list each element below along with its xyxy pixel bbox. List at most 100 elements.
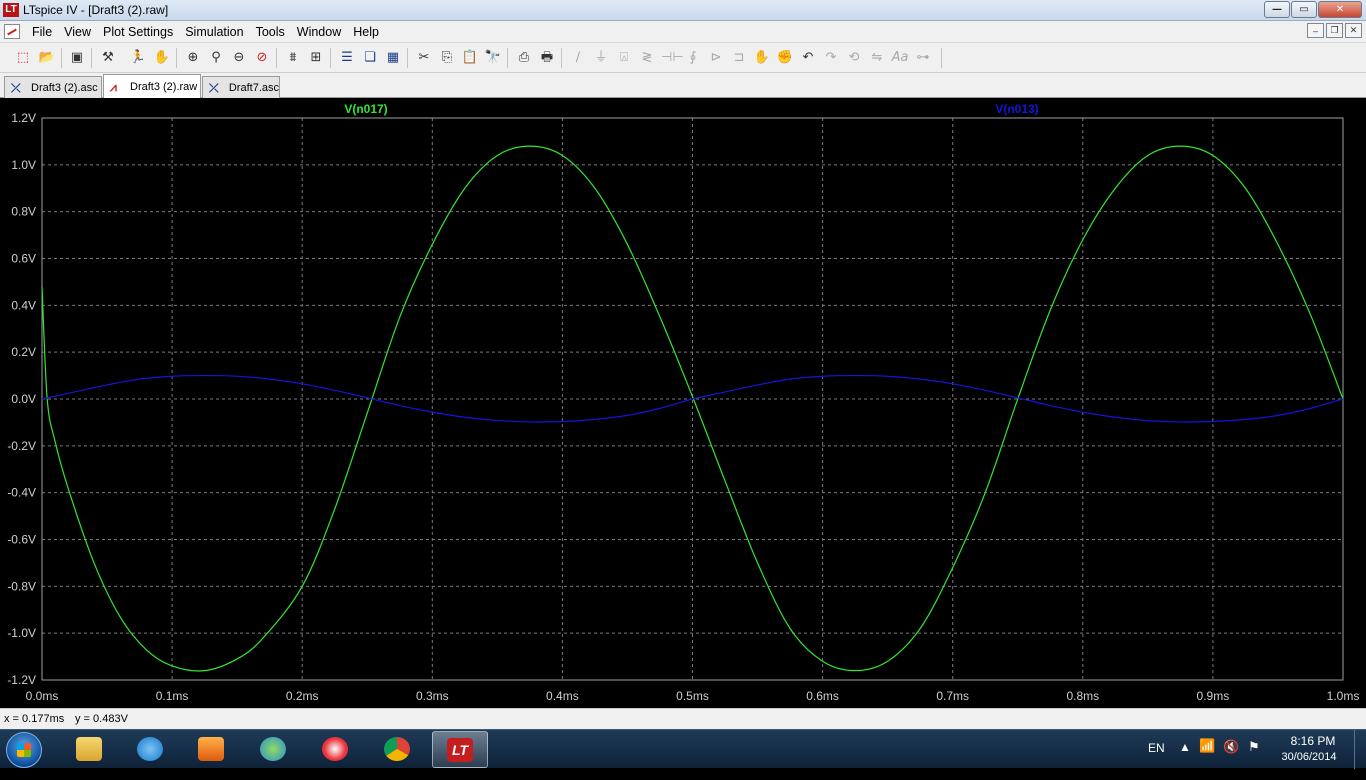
y-tick-label: -0.8V [7, 579, 36, 593]
waveform-chart[interactable]: 0.0ms 0.1ms 0.2ms 0.3ms 0.4ms 0.5ms 0.6ms 0.7ms… [0, 98, 1366, 708]
menu-tools[interactable]: Tools [250, 25, 291, 39]
messenger-icon [260, 737, 286, 761]
taskbar-internet-explorer[interactable] [123, 731, 179, 768]
toolbar-separator [61, 48, 62, 68]
grid-icon[interactable]: ⊞ [307, 49, 325, 67]
menu-window[interactable]: Window [291, 25, 347, 39]
document-close-button[interactable]: ✕ [1345, 23, 1362, 38]
language-indicator[interactable]: EN [1148, 741, 1165, 780]
x-tick-label: 0.0ms [26, 689, 59, 703]
print-icon[interactable]: 🖶 [538, 49, 556, 67]
copy-icon[interactable]: ⎘ [438, 49, 456, 67]
toolbar-separator [561, 48, 562, 68]
resistor-icon[interactable]: ≷ [638, 49, 656, 67]
x-tick-label: 0.9ms [1197, 689, 1230, 703]
redo-icon[interactable]: ↷ [822, 49, 840, 67]
y-tick-label: -1.0V [7, 626, 36, 640]
paste-icon[interactable]: 📋 [461, 49, 479, 67]
document-restore-button[interactable]: ❐ [1326, 23, 1343, 38]
clock-date: 30/06/2014 [1281, 751, 1337, 763]
cut-icon[interactable]: ✂ [415, 49, 433, 67]
ltspice-logo-icon: LT [3, 3, 19, 17]
x-tick-label: 0.2ms [286, 689, 319, 703]
taskbar-media-player[interactable] [184, 731, 240, 768]
clock[interactable]: 8:16 PM 30/06/2014 [1281, 734, 1338, 773]
tile-icon[interactable]: ▦ [384, 49, 402, 67]
menu-plot-settings[interactable]: Plot Settings [97, 25, 179, 39]
move-icon[interactable]: ✋ [753, 49, 771, 67]
schematic-icon: ⤫ [209, 80, 219, 95]
control-panel-icon[interactable]: ⚒ [99, 49, 117, 67]
new-schematic-icon[interactable]: ⬚ [14, 49, 32, 67]
undo-icon[interactable]: ↶ [799, 49, 817, 67]
mirror-icon[interactable]: ⇋ [868, 49, 886, 67]
zoom-in-icon[interactable]: ⊕ [184, 49, 202, 67]
print-setup-icon[interactable]: ⎙ [515, 49, 533, 67]
document-minimize-button[interactable]: – [1307, 23, 1324, 38]
taskbar-file-explorer[interactable] [62, 731, 118, 768]
pan-hand-icon[interactable]: ✋ [153, 49, 171, 67]
label-net-icon[interactable]: ⍓ [615, 49, 633, 67]
wire-icon[interactable]: ∕ [569, 49, 587, 67]
chrome-icon [384, 737, 410, 761]
toolbar-separator [407, 48, 408, 68]
taskbar-ltspice[interactable]: LT [432, 731, 488, 768]
show-desktop-button[interactable] [1354, 730, 1366, 769]
open-icon[interactable]: 📂 [38, 49, 56, 67]
taskbar-messenger[interactable] [246, 731, 302, 768]
tile-horizontal-icon[interactable]: ☰ [338, 49, 356, 67]
taskbar: LT EN ▲ 📶 🔇 ⚑ 8:16 PM 30/06/2014 [0, 729, 1366, 769]
tab-draft3-asc[interactable]: ⤫ Draft3 (2).asc [4, 76, 102, 98]
capacitor-icon[interactable]: ⊣⊢ [661, 49, 684, 67]
internet-explorer-icon [137, 737, 163, 761]
volume-muted-icon[interactable]: 🔇 [1223, 739, 1239, 778]
spice-directive-icon[interactable]: ⊶ [914, 49, 932, 67]
tab-draft3-raw[interactable]: ⩘ Draft3 (2).raw [103, 74, 201, 98]
run-icon[interactable]: 🏃 [129, 49, 147, 67]
menu-view[interactable]: View [58, 25, 97, 39]
menu-file[interactable]: File [26, 25, 58, 39]
menu-help[interactable]: Help [347, 25, 385, 39]
autorange-icon[interactable]: ⩩ [284, 49, 302, 67]
tab-draft7-asc[interactable]: ⤫ Draft7.asc [202, 76, 280, 98]
find-icon[interactable]: 🔭 [484, 49, 502, 67]
diode-icon[interactable]: ⊳ [707, 49, 725, 67]
show-hidden-icons-icon[interactable]: ▲ [1179, 740, 1191, 779]
toolbar-separator [276, 48, 277, 68]
y-tick-label: -0.4V [7, 486, 36, 500]
title-bar: LT LTspice IV - [Draft3 (2).raw] — ▭ ✕ [0, 0, 1366, 21]
action-center-icon[interactable]: ⚑ [1248, 739, 1260, 778]
x-tick-label: 0.3ms [416, 689, 449, 703]
y-tick-label: -0.6V [7, 533, 36, 547]
inductor-icon[interactable]: ∮ [684, 49, 702, 67]
start-button[interactable] [6, 732, 42, 768]
menu-simulation[interactable]: Simulation [179, 25, 249, 39]
zoom-out-icon[interactable]: ⊖ [230, 49, 248, 67]
toolbar-separator [91, 48, 92, 68]
taskbar-chrome[interactable] [370, 731, 426, 768]
ground-icon[interactable]: ⏚ [592, 49, 610, 67]
status-bar: x = 0.177ms y = 0.483V [0, 708, 1366, 729]
document-icon[interactable] [4, 24, 20, 39]
component-icon[interactable]: ⊐ [730, 49, 748, 67]
toolbar-separator [176, 48, 177, 68]
y-tick-label: 0.8V [11, 205, 36, 219]
cursor-x-readout: x = 0.177ms [4, 713, 65, 725]
menu-bar: File View Plot Settings Simulation Tools… [0, 21, 1366, 43]
waveform-plot[interactable]: 0.0ms 0.1ms 0.2ms 0.3ms 0.4ms 0.5ms 0.6ms 0.7ms… [0, 98, 1366, 708]
rotate-icon[interactable]: ⟲ [845, 49, 863, 67]
y-tick-label: 1.2V [11, 111, 36, 125]
text-icon[interactable]: Aa [891, 49, 909, 67]
zoom-cancel-icon[interactable]: ⊘ [253, 49, 271, 67]
zoom-fit-icon[interactable]: ⚲ [207, 49, 225, 67]
save-icon[interactable]: ▣ [68, 49, 86, 67]
close-button[interactable]: ✕ [1318, 1, 1362, 18]
minimize-button[interactable]: — [1264, 1, 1290, 18]
network-icon[interactable]: 📶 [1199, 738, 1215, 777]
drag-icon[interactable]: ✊ [776, 49, 794, 67]
tab-label: Draft7.asc [228, 81, 279, 94]
x-tick-label: 0.6ms [806, 689, 839, 703]
taskbar-picasa[interactable] [308, 731, 364, 768]
maximize-button[interactable]: ▭ [1291, 1, 1317, 18]
cascade-icon[interactable]: ❏ [361, 49, 379, 67]
